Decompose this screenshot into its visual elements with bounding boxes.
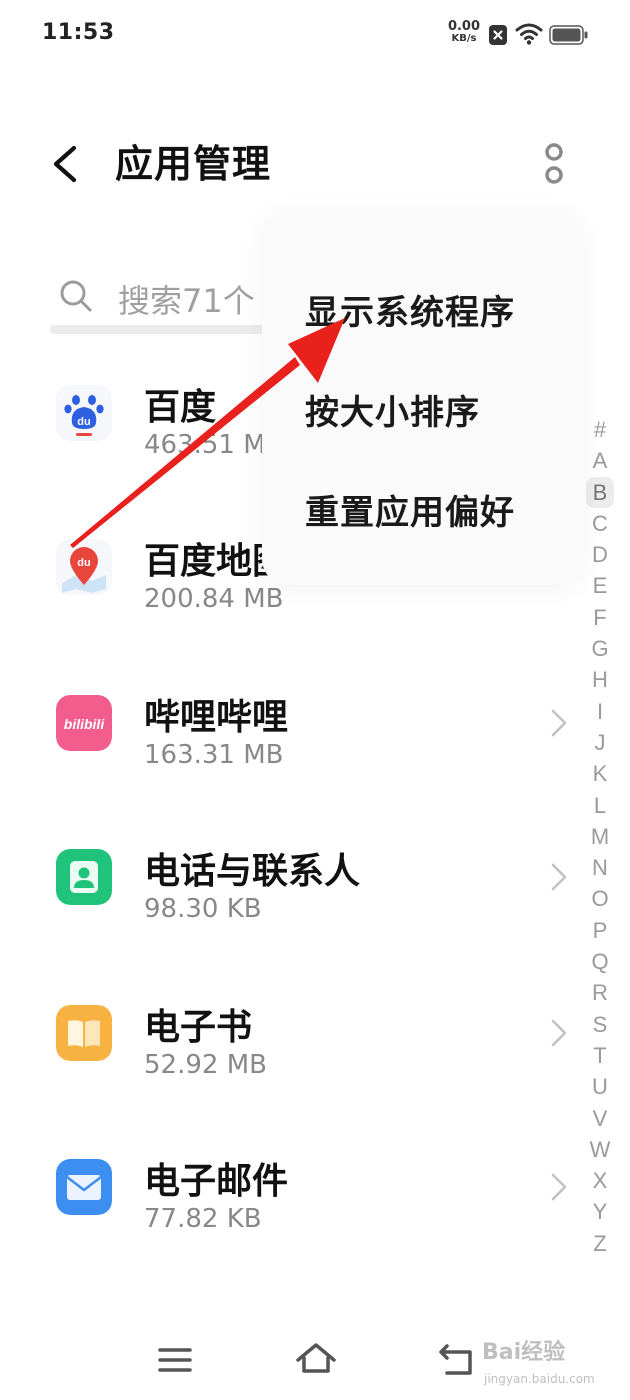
index-letter[interactable]: V <box>586 1103 614 1134</box>
app-name: 电话与联系人 <box>144 851 361 892</box>
watermark: Bai经验 jingyan.baidu.com <box>482 1334 602 1390</box>
app-size: 77.82 KB <box>144 1204 262 1234</box>
app-row[interactable]: 电子书 52.92 MB <box>0 978 630 1088</box>
app-name: 电子书 <box>144 1007 253 1048</box>
index-letter[interactable]: Z <box>586 1228 614 1259</box>
recent-apps-button[interactable] <box>157 1340 193 1384</box>
back-icon <box>439 1344 472 1375</box>
index-letter[interactable]: I <box>586 696 614 727</box>
index-letter[interactable]: R <box>586 977 614 1008</box>
app-row[interactable]: 电子邮件 77.82 KB <box>0 1132 630 1242</box>
chevron-right-icon <box>548 1018 570 1052</box>
app-name: 电子邮件 <box>144 1161 289 1202</box>
app-size: 163.31 MB <box>144 740 284 770</box>
index-letter[interactable]: K <box>586 758 614 789</box>
index-letter[interactable]: U <box>586 1071 614 1102</box>
index-letter[interactable]: S <box>586 1009 614 1040</box>
bilibili-icon: bilibili <box>56 695 112 751</box>
index-letter[interactable]: L <box>586 790 614 821</box>
index-letter[interactable]: T <box>586 1040 614 1071</box>
index-letter[interactable]: P <box>586 915 614 946</box>
app-size: 52.92 MB <box>144 1050 267 1080</box>
index-letter[interactable]: Q <box>586 946 614 977</box>
app-management-screen: 11:53 0.00 KB/s 应用管理 搜索71个 du 百度 463.51 … <box>0 0 630 1400</box>
chevron-right-icon <box>548 862 570 896</box>
watermark-main: Bai经验 <box>482 1340 566 1365</box>
app-row[interactable]: 电话与联系人 98.30 KB <box>0 822 630 932</box>
menu-icon <box>158 1348 192 1372</box>
index-letter[interactable]: N <box>586 852 614 883</box>
index-letter[interactable]: O <box>586 883 614 914</box>
index-letter[interactable]: Y <box>586 1196 614 1227</box>
chevron-right-icon <box>548 708 570 742</box>
svg-text:bilibili: bilibili <box>64 716 106 732</box>
index-letter[interactable]: X <box>586 1165 614 1196</box>
nav-back-button[interactable] <box>437 1340 477 1384</box>
watermark-sub: jingyan.baidu.com <box>484 1372 595 1386</box>
index-letter[interactable]: W <box>586 1134 614 1165</box>
ebook-icon <box>56 1005 112 1061</box>
chevron-right-icon <box>548 1172 570 1206</box>
home-button[interactable] <box>294 1340 338 1384</box>
index-letter[interactable]: M <box>586 821 614 852</box>
app-size: 98.30 KB <box>144 894 262 924</box>
annotation-arrow <box>70 318 345 548</box>
home-icon <box>296 1343 336 1373</box>
index-letter[interactable]: J <box>586 727 614 758</box>
contacts-icon <box>56 849 112 905</box>
email-icon <box>56 1159 112 1215</box>
